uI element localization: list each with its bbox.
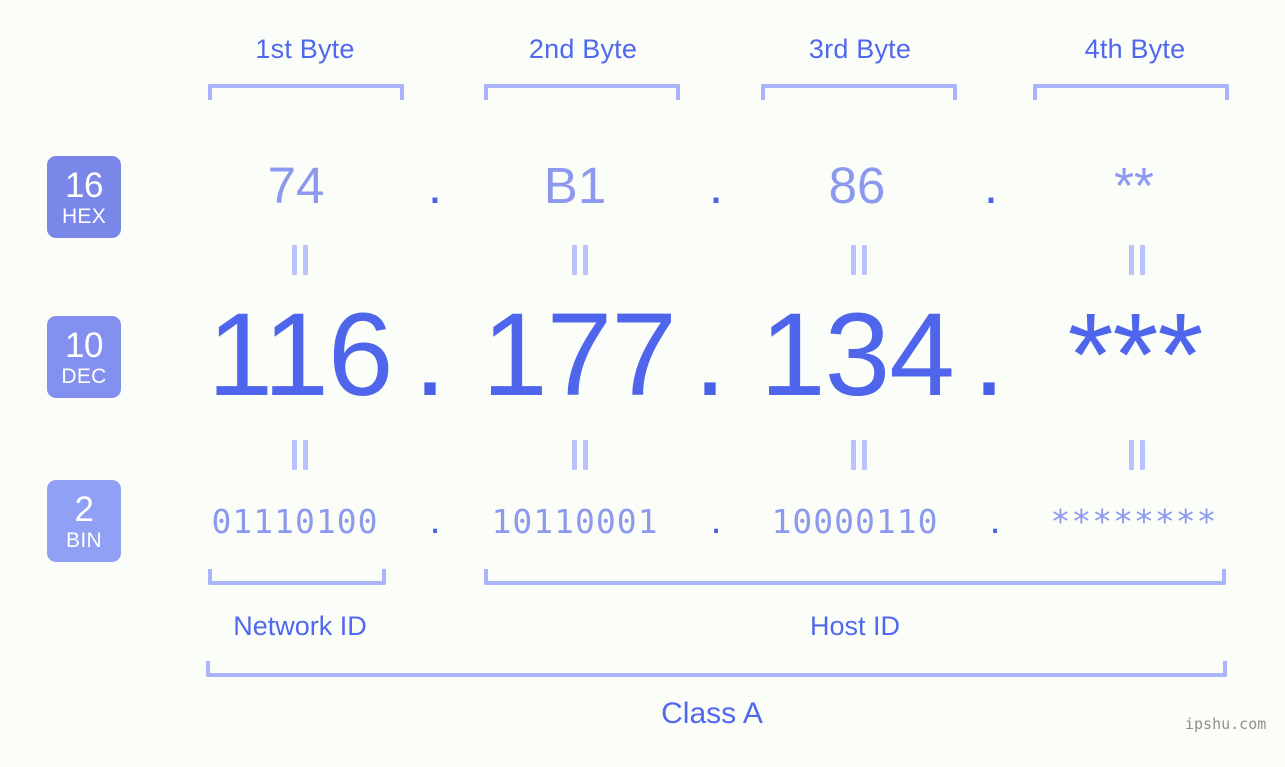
class-label: Class A [661,697,763,730]
equals-mark-dec-bin-4 [1124,440,1150,470]
byte-header-label-4: 4th Byte [1084,34,1186,64]
equals-mark-hex-dec-3 [846,245,872,275]
equals-mark-hex-dec-1 [287,245,313,275]
bin-value-byte-4: ******** [1050,502,1218,541]
host-id-bracket [484,569,1226,585]
hex-separator-1: . [427,157,443,214]
bin-value-byte-1: 01110100 [211,502,379,541]
dec-value-byte-3: 134 [760,289,955,421]
dec-separator-1: . [413,289,447,421]
bin-separator-1: . [429,498,441,542]
equals-mark-dec-bin-3 [846,440,872,470]
equals-mark-dec-bin-1 [287,440,313,470]
dec-separator-3: . [972,289,1006,421]
hex-value-byte-3: 86 [828,157,886,214]
bin-value-byte-3: 10000110 [771,502,939,541]
base-badge-dec: 10 DEC [47,316,121,398]
network-id-bracket [208,569,386,585]
byte-header-label-3: 3rd Byte [808,34,912,64]
byte-header-label-2: 2nd Byte [528,34,638,64]
byte-bracket-top-2 [484,84,680,100]
base-badge-bin: 2 BIN [47,480,121,562]
host-id-label: Host ID [809,611,901,641]
dec-value-byte-4: *** [1067,289,1204,421]
hex-value-byte-2: B1 [543,157,607,214]
dec-separator-2: . [693,289,727,421]
hex-separator-2: . [708,157,724,214]
byte-bracket-top-1 [208,84,404,100]
bin-separator-3: . [989,498,1001,542]
hex-value-byte-4: ** [1114,157,1154,214]
hex-value-byte-1: 74 [267,157,325,214]
watermark: ipshu.com [1185,715,1267,733]
base-badge-dec-name: DEC [61,364,107,388]
base-badge-dec-number: 10 [65,325,103,365]
byte-header-label-1: 1st Byte [255,34,355,64]
byte-bracket-top-4 [1033,84,1229,100]
equals-mark-dec-bin-2 [567,440,593,470]
byte-bracket-top-3 [761,84,957,100]
hex-separator-3: . [983,157,999,214]
class-bracket [206,661,1227,677]
base-badge-bin-number: 2 [74,489,94,529]
base-badge-bin-name: BIN [66,528,102,552]
network-id-label: Network ID [233,611,367,641]
equals-mark-hex-dec-2 [567,245,593,275]
base-badge-hex-name: HEX [61,204,107,228]
dec-value-byte-2: 177 [482,289,677,421]
ip-breakdown-diagram: 1st Byte 2nd Byte 3rd Byte 4th Byte 16 H… [0,0,1285,767]
base-badge-hex-number: 16 [65,165,103,205]
dec-value-byte-1: 116 [207,289,393,421]
bin-separator-2: . [710,498,722,542]
equals-mark-hex-dec-4 [1124,245,1150,275]
bin-value-byte-2: 10110001 [491,502,659,541]
base-badge-hex: 16 HEX [47,156,121,238]
